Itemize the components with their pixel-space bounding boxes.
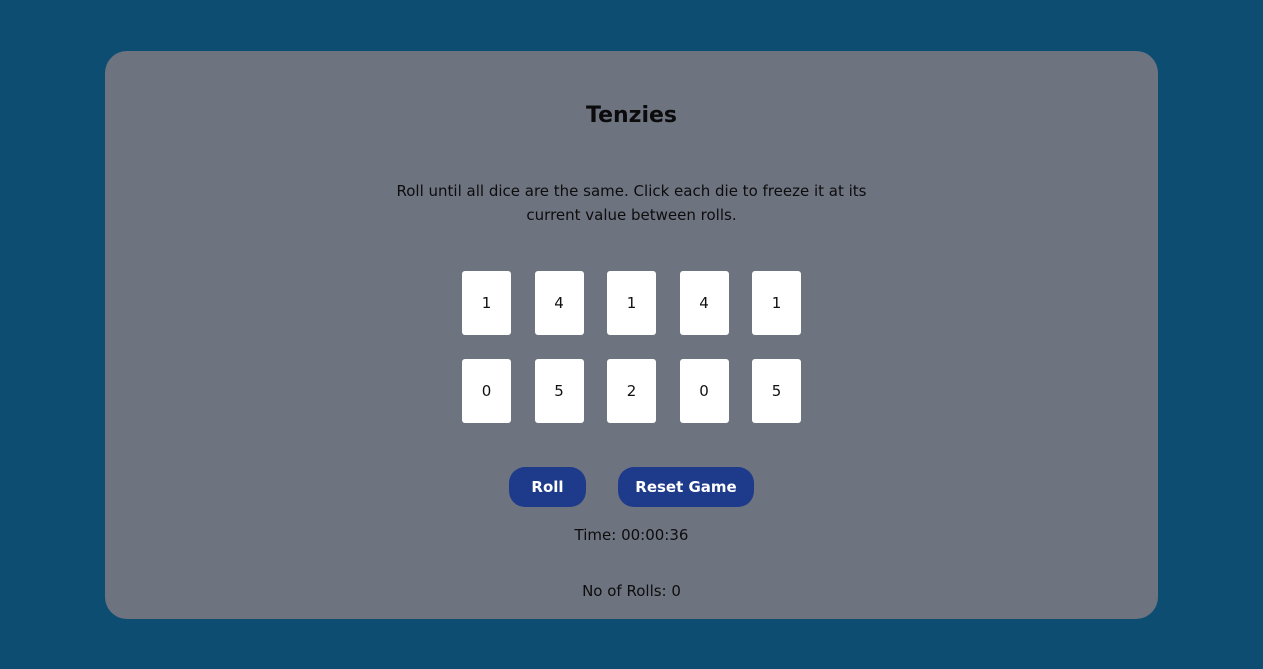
dice-grid: 1 4 1 4 1 0 5 2 0 5 [462,271,801,423]
reset-game-button[interactable]: Reset Game [618,467,754,507]
die-1[interactable]: 1 [462,271,511,335]
game-title: Tenzies [585,103,678,128]
die-2[interactable]: 4 [534,271,584,335]
die-5[interactable]: 1 [752,271,801,335]
die-8[interactable]: 2 [607,359,656,423]
game-instructions: Roll until all dice are the same. Click … [396,182,867,224]
die-3[interactable]: 1 [607,271,656,335]
die-10[interactable]: 5 [752,359,801,423]
roll-count: No of Rolls: 0 [582,582,681,600]
die-6[interactable]: 0 [462,359,511,423]
roll-button[interactable]: Roll [509,467,586,507]
die-4[interactable]: 4 [679,271,729,335]
die-7[interactable]: 5 [534,359,584,423]
game-card: Tenzies Roll until all dice are the same… [105,51,1158,619]
die-9[interactable]: 0 [679,359,729,423]
timer-display: Time: 00:00:36 [574,526,689,544]
